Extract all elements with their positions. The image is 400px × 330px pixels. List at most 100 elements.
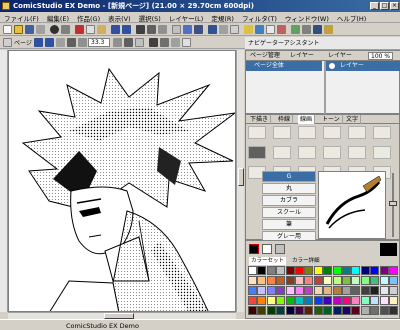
actual-size-icon[interactable] — [135, 38, 144, 47]
tab-text[interactable]: 文字 — [344, 115, 362, 124]
save-icon[interactable] — [25, 25, 34, 34]
lasso-tool-icon[interactable] — [273, 126, 291, 139]
color-swatch[interactable] — [304, 286, 314, 295]
gear-icon[interactable] — [302, 25, 311, 34]
line-tool-icon[interactable] — [298, 126, 316, 139]
zoom-input[interactable]: 33.3 — [88, 38, 110, 47]
menu-select[interactable]: 選択(S) — [135, 12, 165, 23]
pen-option-maru[interactable]: 丸 — [262, 183, 316, 194]
color-swatch[interactable] — [276, 286, 286, 295]
menu-help[interactable]: ヘルプ(H) — [333, 12, 370, 23]
tab-frame[interactable]: 枠線 — [276, 115, 294, 124]
color-swatch[interactable] — [266, 276, 276, 285]
color-swatch[interactable] — [332, 276, 342, 285]
grid-icon[interactable] — [219, 25, 228, 34]
brush-tool-icon[interactable] — [323, 146, 341, 159]
layer-zoom-input[interactable]: 100 % — [368, 52, 394, 60]
color-swatch[interactable] — [276, 296, 286, 305]
color-swatch[interactable] — [351, 276, 361, 285]
pencil-tool-icon[interactable] — [273, 146, 291, 159]
select-icon[interactable] — [172, 25, 181, 34]
layer-list-item[interactable]: レイヤー — [326, 61, 400, 71]
open-folder-icon[interactable] — [14, 25, 23, 34]
hand-icon[interactable] — [158, 25, 167, 34]
color-swatch[interactable] — [313, 296, 323, 305]
menu-ruler[interactable]: 定規(R) — [207, 12, 238, 23]
flip-icon[interactable] — [149, 38, 158, 47]
color-swatch[interactable] — [295, 286, 304, 295]
color-swatch[interactable] — [332, 266, 342, 275]
print-icon[interactable] — [61, 25, 70, 34]
color-swatch[interactable] — [389, 266, 398, 275]
color-swatch[interactable] — [379, 296, 389, 305]
color-swatch[interactable] — [257, 276, 267, 285]
next-page-icon[interactable] — [45, 38, 54, 47]
rect-tool-icon[interactable] — [323, 126, 341, 139]
color-swatch[interactable] — [276, 276, 286, 285]
color-swatch[interactable] — [304, 266, 314, 275]
color-swatch[interactable] — [342, 306, 351, 315]
color-swatch[interactable] — [342, 286, 351, 295]
color-swatch[interactable] — [295, 296, 304, 305]
monitor-icon[interactable] — [255, 25, 264, 34]
color-swatch[interactable] — [257, 296, 267, 305]
undo-icon[interactable] — [111, 25, 120, 34]
wand-icon[interactable] — [194, 25, 203, 34]
color-swatch[interactable] — [323, 306, 333, 315]
color-swatch[interactable] — [370, 306, 380, 315]
color-swatch[interactable] — [257, 306, 267, 315]
color-swatch[interactable] — [351, 266, 361, 275]
color-swatch[interactable] — [266, 306, 276, 315]
color-swatch[interactable] — [389, 286, 398, 295]
color-swatch[interactable] — [370, 266, 380, 275]
close-button[interactable]: × — [390, 2, 399, 10]
pen-tool-icon[interactable] — [248, 146, 266, 159]
tab-color-set[interactable]: カラーセット — [249, 257, 287, 265]
save-all-icon[interactable] — [36, 25, 45, 34]
color-swatch[interactable] — [379, 306, 389, 315]
eraser-tool-icon[interactable] — [373, 146, 391, 159]
color-swatch[interactable] — [370, 276, 380, 285]
color-swatch[interactable] — [313, 266, 323, 275]
color-swatch[interactable] — [351, 306, 361, 315]
color-swatch[interactable] — [313, 276, 323, 285]
color-swatch[interactable] — [285, 266, 295, 275]
menu-work[interactable]: 作品(G) — [73, 12, 104, 23]
drawing-canvas[interactable] — [8, 50, 236, 312]
color-swatch[interactable] — [379, 276, 389, 285]
color-swatch[interactable] — [323, 296, 333, 305]
pen-option-brush[interactable]: 筆 — [262, 219, 316, 230]
color-swatch[interactable] — [276, 266, 286, 275]
color-swatch[interactable] — [379, 266, 389, 275]
tab-navigator[interactable]: ナビゲーター — [248, 40, 284, 47]
menu-view[interactable]: 表示(V) — [104, 12, 135, 23]
color-swatch[interactable] — [360, 286, 370, 295]
color-swatch[interactable] — [295, 266, 304, 275]
color-swatch[interactable] — [248, 306, 257, 315]
background-color-swatch[interactable] — [262, 244, 272, 254]
transparent-color-swatch[interactable] — [275, 244, 285, 254]
color-swatch[interactable] — [379, 286, 389, 295]
prev-page-icon[interactable] — [34, 38, 43, 47]
color-swatch[interactable] — [313, 286, 323, 295]
star-icon[interactable] — [244, 25, 253, 34]
color-swatch[interactable] — [285, 276, 295, 285]
color-swatch[interactable] — [370, 286, 380, 295]
color-swatch[interactable] — [360, 276, 370, 285]
color-swatch[interactable] — [342, 276, 351, 285]
canvas-horizontal-scrollbar[interactable] — [8, 312, 236, 319]
color-swatch[interactable] — [342, 296, 351, 305]
tab-sketch[interactable]: 下描き — [248, 115, 272, 124]
color-swatch[interactable] — [323, 276, 333, 285]
color-swatch[interactable] — [313, 306, 323, 315]
spread-icon[interactable] — [56, 38, 65, 47]
color-swatch[interactable] — [360, 266, 370, 275]
color-swatch[interactable] — [332, 296, 342, 305]
color-swatch[interactable] — [389, 276, 398, 285]
color-swatch[interactable] — [266, 266, 276, 275]
size-slider[interactable] — [388, 171, 398, 239]
color-swatch[interactable] — [304, 296, 314, 305]
ruler-icon[interactable] — [230, 25, 239, 34]
paste-icon[interactable] — [97, 25, 106, 34]
brush-icon[interactable] — [136, 25, 145, 34]
